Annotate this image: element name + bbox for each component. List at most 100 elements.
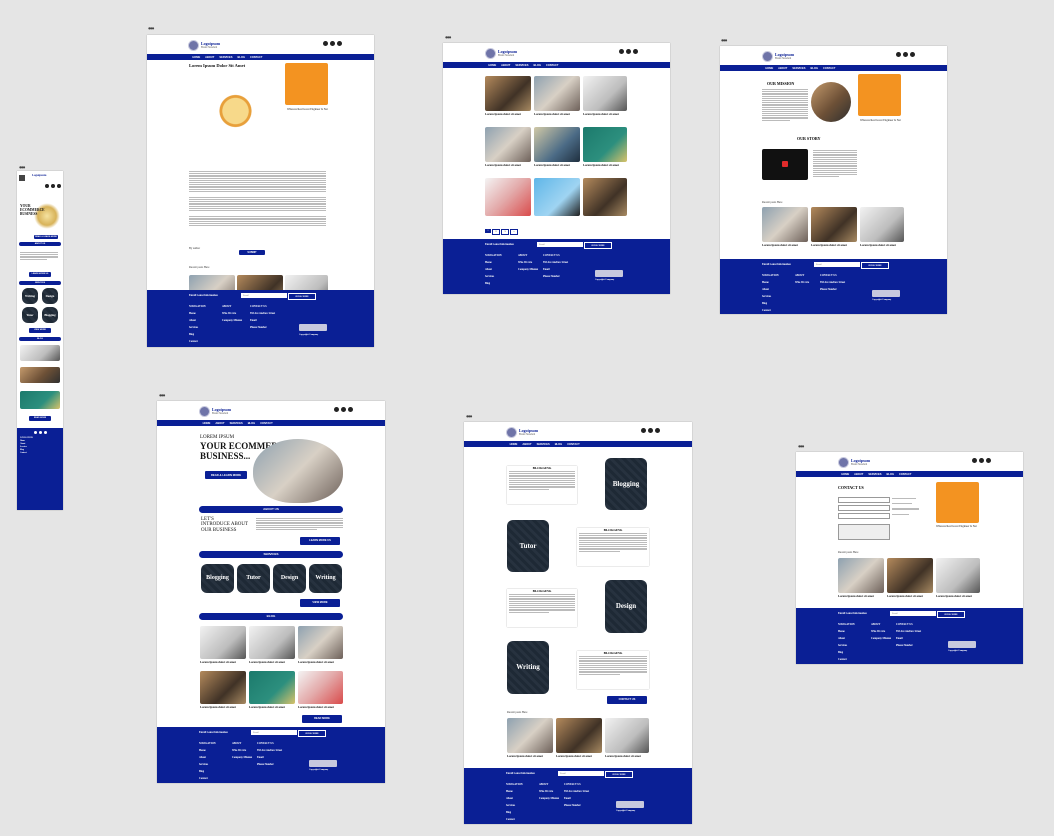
contact-message-field[interactable] xyxy=(838,524,890,540)
footer-link[interactable]: Services xyxy=(762,293,779,300)
instagram-icon[interactable] xyxy=(633,49,639,55)
nav-home[interactable]: HOME xyxy=(765,67,773,70)
blog-card-image[interactable] xyxy=(298,626,343,659)
related-post-title[interactable]: Lorem Ipsum dolor sit amet xyxy=(605,754,641,758)
facebook-icon[interactable] xyxy=(641,428,647,434)
footer-link[interactable]: Who We Are xyxy=(871,628,891,635)
blog-card-title[interactable]: Lorem Ipsum dolor sit amet xyxy=(298,705,334,709)
related-post-title[interactable]: Lorem Ipsum dolor sit amet xyxy=(811,243,847,247)
twitter-icon[interactable] xyxy=(648,428,654,434)
related-post-title[interactable]: Lorem Ipsum dolor sit amet xyxy=(936,594,972,598)
blog-card-title[interactable]: Lorem Ipsum dolor sit amet xyxy=(200,660,236,664)
story-video[interactable] xyxy=(762,149,808,180)
site-logo[interactable]: Logoipsum Brand Standard xyxy=(838,457,870,469)
related-post-title[interactable]: Lorem Ipsum dolor sit amet xyxy=(887,594,923,598)
contact-us-button[interactable]: CONTACT US xyxy=(607,696,647,704)
footer-link[interactable]: Who We Are xyxy=(222,310,242,317)
nav-about[interactable]: ABOUT xyxy=(522,443,531,446)
footer-logo[interactable] xyxy=(309,760,337,767)
footer-link[interactable]: Company Mission xyxy=(222,317,242,324)
nav-contact[interactable]: CONTACT xyxy=(823,67,836,70)
page-button[interactable]: 3 xyxy=(501,229,509,235)
mobile-service-card[interactable]: Blogging xyxy=(42,307,58,323)
blog-card-image[interactable] xyxy=(298,671,343,704)
sidebar-promo-image[interactable] xyxy=(858,74,901,116)
footer-link[interactable]: About xyxy=(762,286,779,293)
footer-link[interactable]: Home xyxy=(838,628,855,635)
nav-home[interactable]: HOME xyxy=(488,64,496,67)
subscribe-button[interactable]: SUBSCRIBE xyxy=(861,262,889,269)
related-post-title[interactable]: Lorem Ipsum dolor sit amet xyxy=(762,243,798,247)
footer-link[interactable]: Contact xyxy=(838,656,855,663)
contact-email-field[interactable] xyxy=(838,505,890,511)
instagram-icon[interactable] xyxy=(57,184,61,188)
nav-contact[interactable]: CONTACT xyxy=(250,56,263,59)
footer-link[interactable]: Services xyxy=(189,324,206,331)
subscribe-button[interactable]: SUBSCRIBE xyxy=(288,293,316,300)
footer-link[interactable]: Company Mission xyxy=(518,266,538,273)
hero-cta-button[interactable]: READ & LEARN MORE xyxy=(205,471,247,479)
blog-card-image[interactable] xyxy=(249,626,295,659)
blog-card-image[interactable] xyxy=(485,127,531,162)
mobile-footer-link[interactable]: Contact xyxy=(20,452,60,455)
blog-card-title[interactable]: Lorem Ipsum dolor sit amet xyxy=(200,705,236,709)
contact-phone-field[interactable] xyxy=(838,513,890,519)
menu-icon[interactable] xyxy=(19,175,25,181)
page-button[interactable]: 1 xyxy=(485,229,491,233)
frame-handle[interactable]: ••• xyxy=(466,413,472,421)
related-post-image[interactable] xyxy=(860,207,904,242)
subscribe-button[interactable]: SUBSCRIBE xyxy=(937,611,965,618)
subscribe-button[interactable]: SUBSCRIBE xyxy=(605,771,633,778)
page-button[interactable]: 2 xyxy=(492,229,500,235)
footer-link[interactable]: Contact xyxy=(189,338,206,345)
footer-link[interactable]: Blog xyxy=(762,300,779,307)
blog-card-title[interactable]: Lorem Ipsum dolor sit amet xyxy=(583,163,619,167)
footer-logo[interactable] xyxy=(616,801,644,808)
footer-link[interactable]: Blog xyxy=(189,331,206,338)
service-card-writing[interactable]: Writing xyxy=(507,641,549,694)
frame-handle[interactable]: ••• xyxy=(159,392,165,400)
play-icon[interactable] xyxy=(782,161,788,167)
blog-card-title[interactable]: Lorem Ipsum dolor sit amet xyxy=(583,112,619,116)
mobile-read-more-button[interactable]: READ MORE xyxy=(29,416,51,421)
related-post-image[interactable] xyxy=(556,718,602,753)
nav-blog[interactable]: BLOG xyxy=(555,443,563,446)
mobile-learn-more-button[interactable]: LEARN MORE US xyxy=(29,272,51,277)
instagram-icon[interactable] xyxy=(986,458,992,464)
nav-services[interactable]: SERVICES xyxy=(792,67,805,70)
mobile-logo[interactable]: Logoipsum xyxy=(32,173,46,177)
footer-link[interactable]: Who We Are xyxy=(518,259,538,266)
mobile-view-more-button[interactable]: VIEW MORE xyxy=(29,328,51,333)
nav-about[interactable]: ABOUT xyxy=(205,56,214,59)
footer-link[interactable]: Home xyxy=(199,747,216,754)
service-card-blogging[interactable]: Blogging xyxy=(605,458,647,510)
blog-card-image[interactable] xyxy=(583,178,627,216)
footer-link[interactable]: Services xyxy=(506,802,523,809)
facebook-icon[interactable] xyxy=(619,49,625,55)
nav-services[interactable]: SERVICES xyxy=(868,473,881,476)
newsletter-email-input[interactable]: Email xyxy=(558,771,604,776)
footer-link[interactable]: Company Mission xyxy=(871,635,891,642)
mobile-blog-image[interactable] xyxy=(20,345,60,361)
next-page-button[interactable]: » xyxy=(510,229,518,235)
footer-link[interactable]: Home xyxy=(189,310,206,317)
footer-link[interactable]: Who We Are xyxy=(795,279,809,286)
nav-about[interactable]: ABOUT xyxy=(501,64,510,67)
mobile-blog-image[interactable] xyxy=(20,367,60,383)
newsletter-email-input[interactable]: Email xyxy=(890,611,936,616)
frame-handle[interactable]: ••• xyxy=(721,37,727,45)
footer-link[interactable]: About xyxy=(485,266,502,273)
newsletter-email-input[interactable]: Email xyxy=(814,262,860,267)
site-logo[interactable]: Logoipsum Brand Standard xyxy=(506,427,538,439)
frame-handle[interactable]: ••• xyxy=(445,34,451,42)
footer-link[interactable]: Home xyxy=(485,259,502,266)
service-card-writing[interactable]: Writing xyxy=(309,564,342,593)
blog-card-image[interactable] xyxy=(485,76,531,111)
mobile-service-card[interactable]: Tutor xyxy=(22,307,38,323)
mobile-service-card[interactable]: Design xyxy=(42,288,58,304)
twitter-icon[interactable] xyxy=(903,52,909,58)
nav-contact[interactable]: CONTACT xyxy=(899,473,912,476)
site-logo[interactable]: Logoipsum Brand Standard xyxy=(485,48,517,60)
footer-link[interactable]: About xyxy=(199,754,216,761)
mobile-service-card[interactable]: Writing xyxy=(22,288,38,304)
